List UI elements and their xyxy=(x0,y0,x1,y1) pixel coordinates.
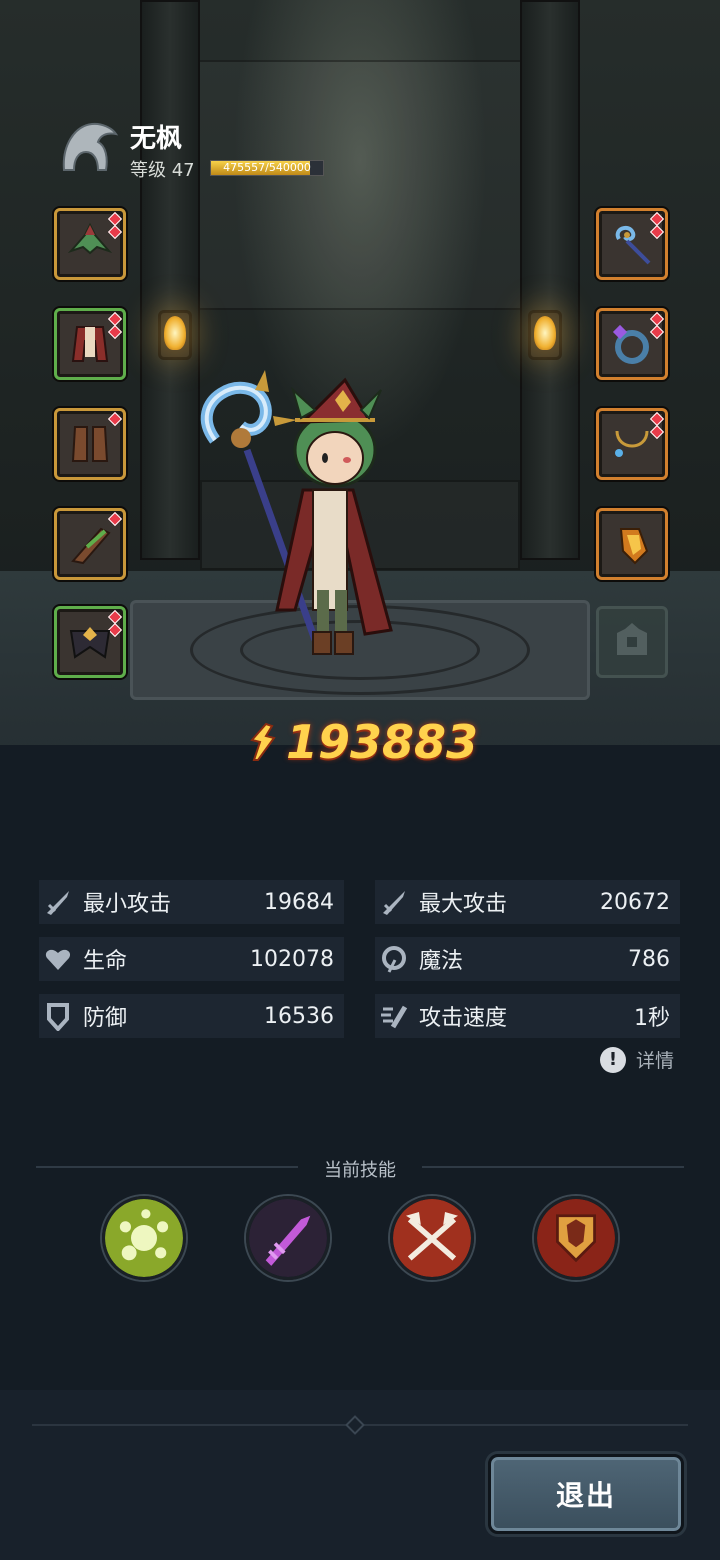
ring-icon xyxy=(612,324,649,364)
equip-slot-hat[interactable] xyxy=(54,208,126,280)
exp-bar: 475557/540000 xyxy=(210,160,324,176)
skill-poison-orbs[interactable] xyxy=(102,1196,186,1280)
stat-mana: 魔法 786 xyxy=(375,937,680,981)
shadow-blade-icon xyxy=(249,1199,327,1277)
player-level: 等级 47 xyxy=(130,160,195,181)
stat-value: 1秒 xyxy=(634,1006,670,1031)
skills-divider-left xyxy=(36,1166,298,1168)
equip-slot-charm[interactable] xyxy=(596,508,668,580)
guardian-shield-icon xyxy=(537,1199,615,1277)
equip-slot-boots[interactable] xyxy=(54,408,126,480)
empty-slot-icon xyxy=(617,623,647,655)
sword-icon xyxy=(383,891,405,915)
equip-slot-ring[interactable] xyxy=(596,308,668,380)
exit-button[interactable]: 退出 xyxy=(488,1454,684,1534)
heart-icon xyxy=(45,949,71,970)
stat-attack-speed: 攻击速度 1秒 xyxy=(375,994,680,1038)
necklace-icon xyxy=(615,430,649,457)
dual-axes-icon xyxy=(393,1199,471,1277)
stat-value: 16536 xyxy=(264,1003,334,1029)
skills-divider-right xyxy=(422,1166,684,1168)
exp-text: 475557/540000 xyxy=(223,161,311,174)
shield-icon xyxy=(47,1003,69,1031)
player-name: 无枫 xyxy=(130,124,183,154)
stat-hp: 生命 102078 xyxy=(39,937,344,981)
speed-icon xyxy=(381,1005,408,1029)
stat-value: 102078 xyxy=(250,946,334,972)
stat-label: 最小攻击 xyxy=(83,892,172,917)
stat-label: 生命 xyxy=(83,949,128,974)
equip-slot-bracer[interactable] xyxy=(54,508,126,580)
stat-value: 786 xyxy=(628,946,670,972)
equip-slot-staff[interactable] xyxy=(596,208,668,280)
stat-defense: 防御 16536 xyxy=(39,994,344,1038)
combat-power: 193883 xyxy=(244,712,478,772)
poison-orbs-icon xyxy=(105,1199,183,1277)
skill-guardian-shield[interactable] xyxy=(534,1196,618,1280)
equip-slot-robe[interactable] xyxy=(54,308,126,380)
boots-icon xyxy=(71,426,109,462)
combat-power-value: 193883 xyxy=(286,715,479,769)
stat-max-attack: 最大攻击 20672 xyxy=(375,880,680,924)
torch-right xyxy=(518,300,572,370)
charm-icon xyxy=(619,528,649,565)
stat-value: 20672 xyxy=(600,889,670,915)
hood-avatar-icon[interactable] xyxy=(56,116,120,180)
stat-value: 19684 xyxy=(264,889,334,915)
equip-slot-belt[interactable] xyxy=(54,606,126,678)
details-label: 详情 xyxy=(636,1050,675,1072)
stat-label: 攻击速度 xyxy=(419,1006,508,1031)
hat-icon xyxy=(67,222,113,255)
skill-shadow-blade[interactable] xyxy=(246,1196,330,1280)
stat-min-attack: 最小攻击 19684 xyxy=(39,880,344,924)
power-icon xyxy=(250,722,276,761)
stat-label: 最大攻击 xyxy=(419,892,508,917)
bracer-icon xyxy=(71,527,111,565)
skill-dual-axes[interactable] xyxy=(390,1196,474,1280)
belt-icon xyxy=(69,627,111,659)
magic-icon xyxy=(382,946,406,973)
equip-slot-necklace[interactable] xyxy=(596,408,668,480)
hero-character xyxy=(185,360,445,660)
back-wall-arch xyxy=(190,60,530,310)
sword-icon xyxy=(47,891,69,915)
skills-title: 当前技能 xyxy=(324,1160,396,1181)
staff-icon xyxy=(615,225,651,265)
equip-slot-empty[interactable] xyxy=(596,606,668,678)
robe-icon xyxy=(71,326,109,362)
info-icon: ! xyxy=(600,1046,626,1073)
stat-label: 防御 xyxy=(83,1006,128,1031)
right-pillar xyxy=(520,0,580,560)
details-link[interactable]: ! 详情 xyxy=(600,1046,674,1073)
stat-label: 魔法 xyxy=(419,949,464,974)
